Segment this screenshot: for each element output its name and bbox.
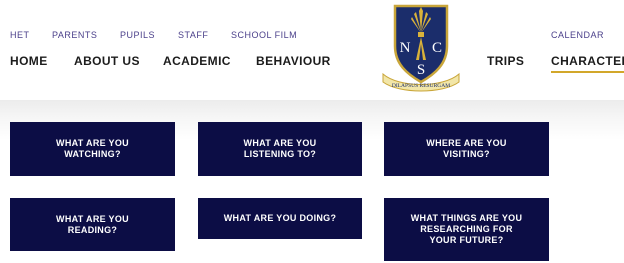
crest-letter-c: C bbox=[432, 40, 442, 56]
tile-researching-future[interactable]: WHAT THINGS ARE YOU RESEARCHING FOR YOUR… bbox=[384, 198, 549, 261]
nav-behaviour[interactable]: BEHAVIOUR bbox=[256, 54, 331, 68]
crest-motto: DILAPSUS RESURGAM bbox=[392, 83, 450, 89]
nav-link-calendar[interactable]: CALENDAR bbox=[551, 30, 604, 40]
tile-watching[interactable]: WHAT ARE YOU WATCHING? bbox=[10, 122, 175, 176]
nav-character[interactable]: CHARACTER bbox=[551, 54, 624, 68]
tile-reading[interactable]: WHAT ARE YOU READING? bbox=[10, 198, 175, 251]
nav-home[interactable]: HOME bbox=[10, 54, 48, 68]
crest-letter-s: S bbox=[417, 62, 425, 78]
school-crest-logo[interactable]: N C S DILAPSUS RESURGAM bbox=[381, 2, 461, 94]
nav-link-parents[interactable]: PARENTS bbox=[52, 30, 97, 40]
nav-link-staff[interactable]: STAFF bbox=[178, 30, 208, 40]
nav-link-het[interactable]: HET bbox=[10, 30, 30, 40]
nav-academic[interactable]: ACADEMIC bbox=[163, 54, 231, 68]
crest-letter-n: N bbox=[400, 40, 411, 56]
active-nav-underline bbox=[551, 71, 624, 73]
nav-link-school-film[interactable]: SCHOOL FILM bbox=[231, 30, 297, 40]
nav-link-pupils[interactable]: PUPILS bbox=[120, 30, 155, 40]
site-header: HET PARENTS PUPILS STAFF SCHOOL FILM CAL… bbox=[0, 0, 624, 100]
tile-listening[interactable]: WHAT ARE YOU LISTENING TO? bbox=[198, 122, 362, 176]
nav-trips[interactable]: TRIPS bbox=[487, 54, 524, 68]
tile-doing[interactable]: WHAT ARE YOU DOING? bbox=[198, 198, 362, 239]
tile-visiting[interactable]: WHERE ARE YOU VISITING? bbox=[384, 122, 549, 176]
nav-about-us[interactable]: ABOUT US bbox=[74, 54, 140, 68]
